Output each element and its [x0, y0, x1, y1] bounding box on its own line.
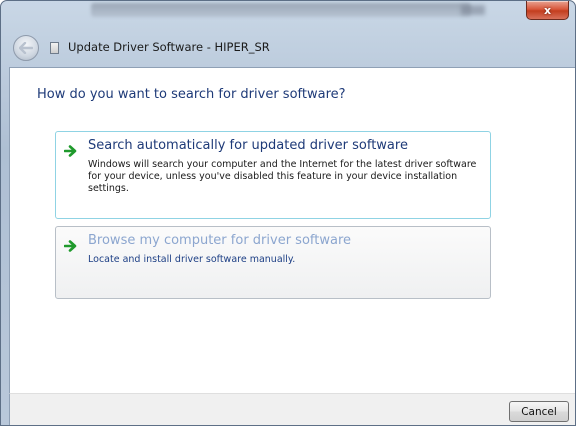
- option-description: Windows will search your computer and th…: [88, 159, 477, 194]
- search-automatically-option[interactable]: Search automatically for updated driver …: [55, 131, 491, 219]
- back-arrow-icon: [19, 42, 33, 54]
- green-arrow-icon: [63, 237, 78, 252]
- cancel-button[interactable]: Cancel: [509, 401, 569, 422]
- content-panel: How do you want to search for driver sof…: [9, 67, 575, 393]
- back-button[interactable]: [13, 35, 39, 61]
- background-window-title: [91, 3, 471, 17]
- window-title: Update Driver Software - HIPER_SR: [68, 40, 270, 54]
- header-bar: Update Driver Software - HIPER_SR: [9, 31, 575, 67]
- browse-computer-option[interactable]: Browse my computer for driver software L…: [55, 226, 491, 299]
- close-button[interactable]: x: [526, 1, 569, 20]
- button-strip: Cancel: [9, 393, 575, 425]
- green-arrow-icon: [63, 142, 78, 157]
- option-description: Locate and install driver software manua…: [88, 254, 296, 265]
- background-window-control: [461, 5, 485, 15]
- close-icon: x: [543, 3, 552, 17]
- page-heading: How do you want to search for driver sof…: [37, 87, 346, 102]
- driver-app-icon: [50, 42, 59, 54]
- option-title: Browse my computer for driver software: [88, 233, 351, 248]
- option-title: Search automatically for updated driver …: [88, 138, 408, 153]
- window-frame: x Update Driver Software - HIPER_SR How …: [0, 0, 576, 426]
